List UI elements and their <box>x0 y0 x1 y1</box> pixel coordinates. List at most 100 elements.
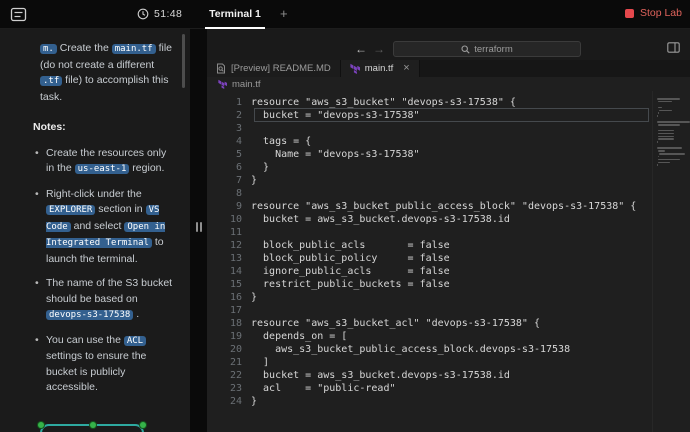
inline-code: main.tf <box>112 44 156 54</box>
line-text: resource "aws_s3_bucket_public_access_bl… <box>251 200 636 213</box>
editor-titlebar: ← → terraform <box>207 29 690 60</box>
line-text: bucket = aws_s3_bucket.devops-s3-17538.i… <box>251 213 510 226</box>
topbar: 51:48 Terminal 1 + Stop Lab <box>0 0 690 29</box>
preview-icon <box>216 63 226 74</box>
code-line[interactable]: 7} <box>207 174 652 187</box>
line-text: acl = "public-read" <box>251 382 396 395</box>
instructions-panel: m. Create the main.tf file (do not creat… <box>0 29 190 432</box>
timer-value: 51:48 <box>154 8 182 20</box>
notes-heading: Notes: <box>33 120 174 136</box>
line-number: 10 <box>207 213 251 226</box>
selection-handle <box>38 422 44 428</box>
menu-icon[interactable] <box>10 6 27 23</box>
code-area[interactable]: 1resource "aws_s3_bucket" "devops-s3-175… <box>207 91 652 432</box>
back-button[interactable]: ← <box>355 42 367 56</box>
new-terminal-button[interactable]: + <box>276 6 292 22</box>
breadcrumb[interactable]: main.tf <box>207 77 690 91</box>
line-text: } <box>251 395 257 408</box>
line-number: 11 <box>207 226 251 239</box>
panel-resize-handle[interactable] <box>190 29 207 432</box>
code-line[interactable]: 23 acl = "public-read" <box>207 382 652 395</box>
line-number: 21 <box>207 356 251 369</box>
editor-tabbar: [Preview] README.MD main.tf × <box>207 60 690 77</box>
code-line[interactable]: 20 aws_s3_bucket_public_access_block.dev… <box>207 343 652 356</box>
line-text: bucket = aws_s3_bucket.devops-s3-17538.i… <box>251 369 510 382</box>
code-line[interactable]: 16} <box>207 291 652 304</box>
code-editor: ← → terraform [Preview] README.MD main.t… <box>207 29 690 432</box>
inline-code: ACL <box>124 336 146 346</box>
code-line[interactable]: 21 ] <box>207 356 652 369</box>
line-text: resource "aws_s3_bucket" "devops-s3-1753… <box>251 96 516 109</box>
tab-terminal-1[interactable]: Terminal 1 <box>205 0 265 29</box>
line-text: ignore_public_acls = false <box>251 265 450 278</box>
inline-code: devops-s3-17538 <box>46 310 133 320</box>
code-line[interactable]: 1resource "aws_s3_bucket" "devops-s3-175… <box>207 96 652 109</box>
line-number: 18 <box>207 317 251 330</box>
line-text: depends_on = [ <box>251 330 347 343</box>
line-text: } <box>251 291 257 304</box>
inline-code: us-east-1 <box>75 164 130 174</box>
tab-main-tf[interactable]: main.tf × <box>341 60 420 77</box>
search-icon <box>461 45 470 54</box>
line-text: } <box>251 161 269 174</box>
line-number: 15 <box>207 278 251 291</box>
line-number: 9 <box>207 200 251 213</box>
line-text: block_public_policy = false <box>251 252 450 265</box>
line-number: 24 <box>207 395 251 408</box>
line-text: Name = "devops-s3-17538" <box>251 148 420 161</box>
inline-code: EXPLORER <box>46 205 95 215</box>
line-text: resource "aws_s3_bucket_acl" "devops-s3-… <box>251 317 540 330</box>
stop-icon <box>625 9 634 18</box>
line-number: 3 <box>207 122 251 135</box>
code-line[interactable]: 11 <box>207 226 652 239</box>
code-line[interactable]: 19 depends_on = [ <box>207 330 652 343</box>
line-number: 13 <box>207 252 251 265</box>
instruction-intro: m. Create the main.tf file (do not creat… <box>40 41 174 105</box>
line-text: ] <box>251 356 269 369</box>
stop-lab-label: Stop Lab <box>640 7 682 19</box>
session-timer: 51:48 <box>137 8 182 20</box>
code-line[interactable]: 5 Name = "devops-s3-17538" <box>207 148 652 161</box>
code-line[interactable]: 3 <box>207 122 652 135</box>
line-number: 17 <box>207 304 251 317</box>
line-text: restrict_public_buckets = false <box>251 278 450 291</box>
close-tab-icon[interactable]: × <box>403 63 409 74</box>
note-item: Create the resources only in the us-east… <box>46 146 174 178</box>
line-number: 12 <box>207 239 251 252</box>
search-value: terraform <box>474 44 513 55</box>
terraform-icon <box>218 79 227 89</box>
code-line[interactable]: 6 } <box>207 161 652 174</box>
note-item: You can use the ACL settings to ensure t… <box>46 333 174 396</box>
notes-list: Create the resources only in the us-east… <box>33 146 174 396</box>
minimap[interactable] <box>652 91 690 432</box>
note-item: Right-click under the EXPLORER section i… <box>46 187 174 268</box>
code-line[interactable]: 8 <box>207 187 652 200</box>
code-line[interactable]: 15 restrict_public_buckets = false <box>207 278 652 291</box>
layout-icon[interactable] <box>667 42 680 53</box>
code-line[interactable]: 24} <box>207 395 652 408</box>
line-number: 6 <box>207 161 251 174</box>
code-line[interactable]: 2 bucket = "devops-s3-17538" <box>207 109 652 122</box>
tour-highlight-box <box>40 424 144 432</box>
code-line[interactable]: 22 bucket = aws_s3_bucket.devops-s3-1753… <box>207 369 652 382</box>
code-line[interactable]: 13 block_public_policy = false <box>207 252 652 265</box>
code-line[interactable]: 17 <box>207 304 652 317</box>
selection-handle <box>90 422 96 428</box>
code-line[interactable]: 12 block_public_acls = false <box>207 239 652 252</box>
line-number: 7 <box>207 174 251 187</box>
code-line[interactable]: 14 ignore_public_acls = false <box>207 265 652 278</box>
inline-code: m. <box>40 44 57 54</box>
selection-handle <box>140 422 146 428</box>
code-line[interactable]: 10 bucket = aws_s3_bucket.devops-s3-1753… <box>207 213 652 226</box>
line-number: 1 <box>207 96 251 109</box>
sidebar-scrollbar[interactable] <box>182 34 185 88</box>
code-line[interactable]: 9resource "aws_s3_bucket_public_access_b… <box>207 200 652 213</box>
code-line[interactable]: 4 tags = { <box>207 135 652 148</box>
terraform-icon <box>350 63 360 74</box>
stop-lab-button[interactable]: Stop Lab <box>625 7 682 19</box>
tab-readme-preview[interactable]: [Preview] README.MD <box>207 60 341 77</box>
code-line[interactable]: 18resource "aws_s3_bucket_acl" "devops-s… <box>207 317 652 330</box>
forward-button[interactable]: → <box>373 42 385 56</box>
command-center-search[interactable]: terraform <box>393 41 581 57</box>
lab-environment: 51:48 Terminal 1 + Stop Lab m. Create th… <box>0 0 690 432</box>
